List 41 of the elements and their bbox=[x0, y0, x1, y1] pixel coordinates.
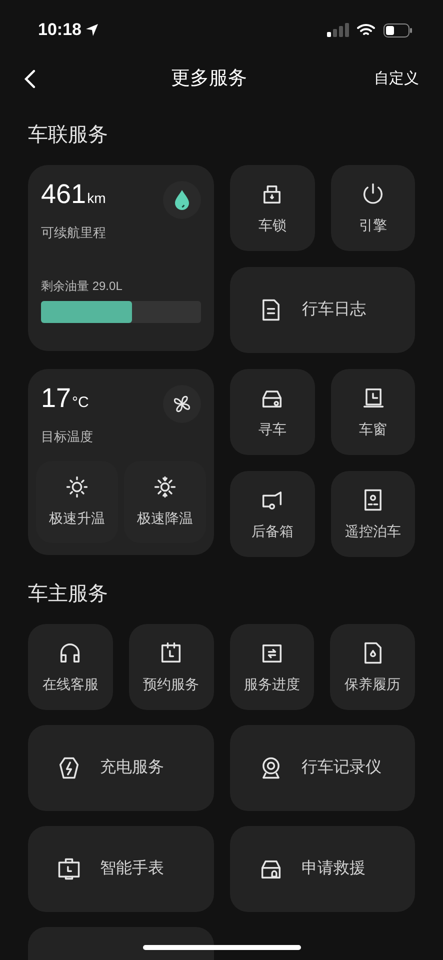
service-tile[interactable]: 寻车 bbox=[230, 369, 314, 455]
service-tile[interactable]: 车窗 bbox=[330, 369, 415, 455]
temperature-label: 目标温度 bbox=[41, 428, 94, 446]
snowflake-sun-icon bbox=[152, 474, 178, 500]
service-tile[interactable]: 行车日志 bbox=[230, 267, 415, 353]
fuel-button[interactable] bbox=[163, 181, 201, 219]
back-icon bbox=[24, 69, 36, 89]
sun-icon bbox=[64, 474, 90, 500]
fan-button[interactable] bbox=[163, 385, 201, 423]
temperature-value: 17 bbox=[41, 385, 72, 412]
range-card[interactable]: 461 km 可续航里程 剩余油量 29.0L bbox=[28, 165, 214, 351]
status-time: 10:18 bbox=[38, 19, 82, 42]
service-tile[interactable]: 智能手表 bbox=[28, 826, 214, 912]
range-unit: km bbox=[87, 189, 106, 208]
battery-icon bbox=[383, 22, 413, 38]
customize-button[interactable]: 自定义 bbox=[374, 68, 419, 90]
fan-icon bbox=[171, 393, 193, 415]
page-title: 更多服务 bbox=[171, 66, 247, 91]
service-tile[interactable]: 行车记录仪 bbox=[230, 725, 415, 811]
section-title: 车主服务 bbox=[28, 582, 109, 607]
service-tile[interactable]: 预约服务 bbox=[128, 624, 214, 710]
service-tile[interactable]: 遥控泊车 bbox=[330, 471, 415, 557]
service-tile[interactable]: 在线客服 bbox=[28, 624, 113, 710]
temperature-unit: °C bbox=[72, 393, 89, 413]
location-arrow-icon bbox=[85, 23, 100, 37]
climate-card[interactable]: 17°C 目标温度 极速升温 极速降温 bbox=[28, 369, 214, 555]
signal-icon bbox=[327, 23, 349, 37]
service-tile[interactable]: 申请救援 bbox=[230, 826, 415, 912]
range-label: 可续航里程 bbox=[41, 224, 107, 242]
service-tile[interactable]: 车锁 bbox=[230, 165, 314, 251]
wifi-icon bbox=[357, 23, 375, 37]
service-tile[interactable]: 保养履历 bbox=[330, 624, 415, 710]
fuel-label: 剩余油量 29.0L bbox=[41, 278, 124, 294]
drop-icon bbox=[173, 189, 191, 211]
service-tile[interactable]: 服务进度 bbox=[230, 624, 314, 710]
section-title: 车联服务 bbox=[28, 123, 109, 148]
range-value: 461 bbox=[41, 181, 86, 208]
service-tile[interactable]: 引擎 bbox=[330, 165, 415, 251]
watch-icon bbox=[56, 856, 82, 882]
service-tile[interactable]: 充电服务 bbox=[28, 725, 214, 811]
service-tile[interactable]: 后备箱 bbox=[230, 471, 314, 557]
